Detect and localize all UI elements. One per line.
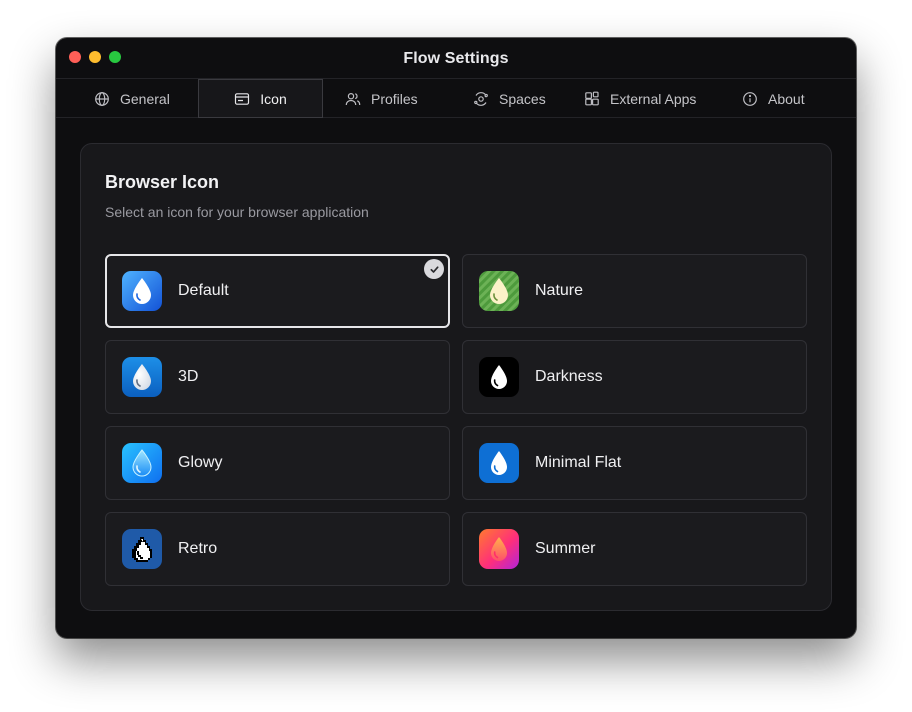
icon-option-glowy[interactable]: Glowy bbox=[105, 426, 450, 500]
icon-option-label: Nature bbox=[535, 282, 584, 299]
window-title: Flow Settings bbox=[403, 50, 509, 67]
drop-nature-icon bbox=[479, 271, 519, 311]
tab-external-apps[interactable]: External Apps bbox=[584, 79, 696, 118]
drop-3d-icon bbox=[122, 357, 162, 397]
zoom-button[interactable] bbox=[109, 51, 121, 63]
tab-label: External Apps bbox=[610, 90, 697, 107]
tab-bar: General Icon Profiles Spaces External Ap… bbox=[56, 78, 856, 118]
icon-option-darkness[interactable]: Darkness bbox=[462, 340, 807, 414]
title-bar: Flow Settings bbox=[56, 38, 856, 78]
panel-title: Browser Icon bbox=[105, 172, 220, 192]
icon-option-label: 3D bbox=[178, 368, 199, 385]
drop-glowy-icon bbox=[122, 443, 162, 483]
blocks-icon bbox=[585, 91, 599, 105]
drop-retro-icon bbox=[122, 529, 162, 569]
window-icon bbox=[235, 92, 250, 105]
window-controls bbox=[69, 51, 121, 63]
drop-summer-icon bbox=[479, 529, 519, 569]
icon-option-label: Darkness bbox=[535, 368, 603, 385]
tab-general[interactable]: General bbox=[94, 79, 170, 118]
tab-label: Spaces bbox=[499, 90, 546, 107]
close-button[interactable] bbox=[69, 51, 81, 63]
icon-option-summer[interactable]: Summer bbox=[462, 512, 807, 586]
icon-option-nature[interactable]: Nature bbox=[462, 254, 807, 328]
tab-profiles[interactable]: Profiles bbox=[345, 79, 418, 118]
icon-option-label: Glowy bbox=[178, 454, 223, 471]
tab-label: Profiles bbox=[371, 90, 418, 107]
orbit-icon bbox=[474, 91, 488, 106]
tab-about[interactable]: About bbox=[742, 79, 805, 118]
settings-window: Flow Settings General Icon Profiles Spac… bbox=[56, 38, 856, 638]
icon-option-label: Retro bbox=[178, 540, 218, 557]
icon-option-retro[interactable]: Retro bbox=[105, 512, 450, 586]
panel-subtitle: Select an icon for your browser applicat… bbox=[105, 204, 369, 220]
icon-option-label: Minimal Flat bbox=[535, 454, 622, 471]
icon-option-default[interactable]: Default bbox=[105, 254, 450, 328]
drop-default-icon bbox=[122, 271, 162, 311]
drop-minimal-flat-icon bbox=[479, 443, 519, 483]
icon-option-minimal-flat[interactable]: Minimal Flat bbox=[462, 426, 807, 500]
tab-label: General bbox=[120, 90, 170, 107]
minimize-button[interactable] bbox=[89, 51, 101, 63]
selected-check-icon bbox=[424, 259, 444, 279]
browser-icon-panel: Browser Icon Select an icon for your bro… bbox=[80, 143, 832, 611]
globe-icon bbox=[95, 91, 109, 106]
tab-label: About bbox=[768, 90, 805, 107]
tab-icon[interactable]: Icon bbox=[198, 79, 323, 118]
users-icon bbox=[345, 92, 361, 105]
icon-option-label: Summer bbox=[535, 540, 596, 557]
drop-darkness-icon bbox=[479, 357, 519, 397]
info-icon bbox=[743, 91, 757, 106]
tab-spaces[interactable]: Spaces bbox=[473, 79, 546, 118]
icon-option-3d[interactable]: 3D bbox=[105, 340, 450, 414]
icon-option-label: Default bbox=[178, 282, 229, 299]
tab-label: Icon bbox=[260, 90, 287, 107]
